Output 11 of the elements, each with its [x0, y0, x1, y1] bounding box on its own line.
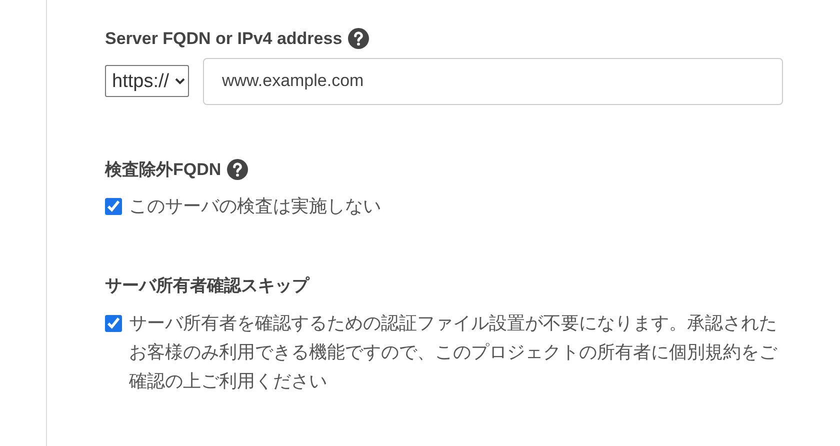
field-label: Server FQDN or IPv4 address [105, 28, 342, 50]
checkbox[interactable] [105, 314, 122, 332]
checkbox[interactable] [105, 198, 122, 215]
help-icon[interactable] [227, 158, 248, 180]
checkbox-label: このサーバの検査は実施しない [129, 195, 381, 218]
scheme-select[interactable]: https:// [105, 65, 189, 97]
field-label: サーバ所有者確認スキップ [105, 275, 309, 297]
field-label: 検査除外FQDN [105, 158, 222, 180]
url-field[interactable]: www.example.com [203, 58, 783, 104]
help-icon[interactable] [348, 28, 370, 50]
checkbox-label: サーバ所有者を確認するための認証ファイル設置が不要になります。承認されたお客様のみ利用できる機能ですので、このプロジェクトの所有者に個別規約をご確認の上ご利用ください [129, 312, 778, 392]
